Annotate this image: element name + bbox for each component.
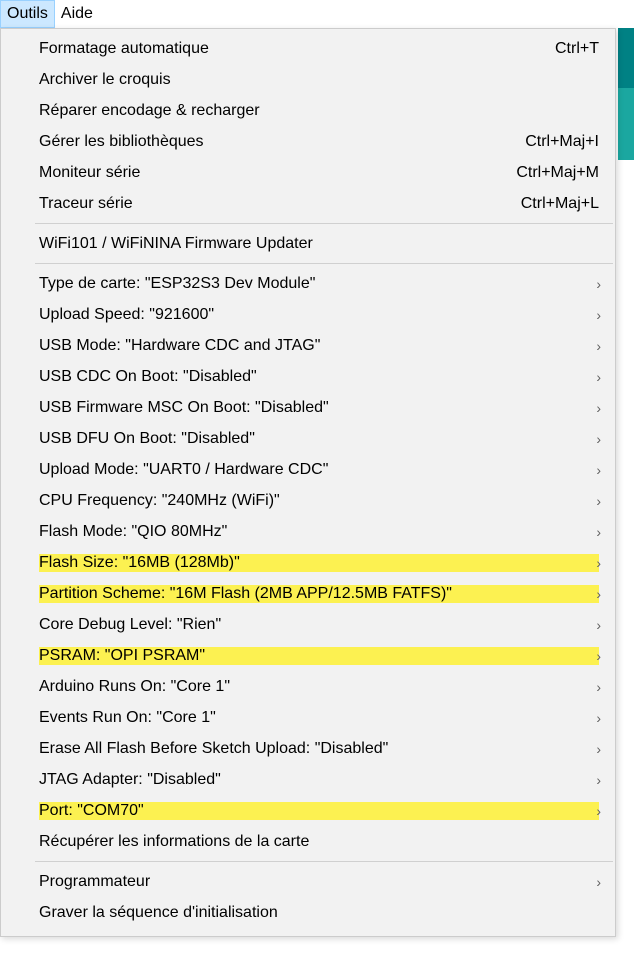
menu-usbmode-label: USB Mode: "Hardware CDC and JTAG" (39, 337, 599, 355)
chevron-right-icon: › (596, 648, 601, 664)
menu-usbmsc-label: USB Firmware MSC On Boot: "Disabled" (39, 399, 599, 417)
chevron-right-icon: › (596, 772, 601, 788)
chevron-right-icon: › (596, 741, 601, 757)
menu-programmer[interactable]: Programmateur › (1, 866, 615, 897)
menu-programmer-label: Programmateur (39, 873, 599, 891)
menu-fixreload-label: Réparer encodage & recharger (39, 102, 599, 120)
menu-autoformat[interactable]: Formatage automatique Ctrl+T (1, 33, 615, 64)
menubar-help-label: Aide (61, 5, 93, 23)
menu-boardtype[interactable]: Type de carte: "ESP32S3 Dev Module" › (1, 268, 615, 299)
divider-3 (35, 861, 613, 862)
chevron-right-icon: › (596, 462, 601, 478)
menu-partition[interactable]: Partition Scheme: "16M Flash (2MB APP/12… (1, 578, 615, 609)
chevron-right-icon: › (596, 617, 601, 633)
menu-jtag[interactable]: JTAG Adapter: "Disabled" › (1, 764, 615, 795)
menu-archive[interactable]: Archiver le croquis (1, 64, 615, 95)
menu-flashmode-label: Flash Mode: "QIO 80MHz" (39, 523, 599, 541)
menu-usbcdc-label: USB CDC On Boot: "Disabled" (39, 368, 599, 386)
menu-uploadmode-label: Upload Mode: "UART0 / Hardware CDC" (39, 461, 599, 479)
tools-dropdown: Formatage automatique Ctrl+T Archiver le… (0, 28, 616, 937)
menu-port[interactable]: Port: "COM70" › (1, 795, 615, 826)
menu-flashsize-label: Flash Size: "16MB (128Mb)" (39, 554, 599, 572)
menu-fixreload[interactable]: Réparer encodage & recharger (1, 95, 615, 126)
menu-flashsize[interactable]: Flash Size: "16MB (128Mb)" › (1, 547, 615, 578)
menu-boardtype-label: Type de carte: "ESP32S3 Dev Module" (39, 275, 599, 293)
chevron-right-icon: › (596, 307, 601, 323)
menu-serialplot-shortcut: Ctrl+Maj+L (497, 195, 599, 213)
menubar: Outils Aide (0, 0, 634, 28)
chevron-right-icon: › (596, 555, 601, 571)
menu-uploadspeed[interactable]: Upload Speed: "921600" › (1, 299, 615, 330)
menu-wifiupdater-label: WiFi101 / WiFiNINA Firmware Updater (39, 235, 599, 253)
menu-debuglevel[interactable]: Core Debug Level: "Rien" › (1, 609, 615, 640)
menu-eventsrun-label: Events Run On: "Core 1" (39, 709, 599, 727)
menu-partition-label: Partition Scheme: "16M Flash (2MB APP/12… (39, 585, 599, 603)
chevron-right-icon: › (596, 338, 601, 354)
menu-uploadspeed-label: Upload Speed: "921600" (39, 306, 599, 324)
menu-serialplot[interactable]: Traceur série Ctrl+Maj+L (1, 188, 615, 219)
chevron-right-icon: › (596, 710, 601, 726)
menu-jtag-label: JTAG Adapter: "Disabled" (39, 771, 599, 789)
chevron-right-icon: › (596, 679, 601, 695)
chevron-right-icon: › (596, 276, 601, 292)
menu-autoformat-label: Formatage automatique (39, 40, 531, 58)
divider-2 (35, 263, 613, 264)
chevron-right-icon: › (596, 431, 601, 447)
menu-usbdfu-label: USB DFU On Boot: "Disabled" (39, 430, 599, 448)
menu-managelibs-shortcut: Ctrl+Maj+I (501, 133, 599, 151)
menu-serialmon-shortcut: Ctrl+Maj+M (492, 164, 599, 182)
menu-eraseflash-label: Erase All Flash Before Sketch Upload: "D… (39, 740, 599, 758)
menu-cpufreq-label: CPU Frequency: "240MHz (WiFi)" (39, 492, 599, 510)
menu-psram-label: PSRAM: "OPI PSRAM" (39, 647, 599, 665)
menu-getinfo-label: Récupérer les informations de la carte (39, 833, 599, 851)
menu-arduinoruns[interactable]: Arduino Runs On: "Core 1" › (1, 671, 615, 702)
menu-debuglevel-label: Core Debug Level: "Rien" (39, 616, 599, 634)
menu-usbmsc[interactable]: USB Firmware MSC On Boot: "Disabled" › (1, 392, 615, 423)
menu-managelibs-label: Gérer les bibliothèques (39, 133, 501, 151)
menu-usbcdc[interactable]: USB CDC On Boot: "Disabled" › (1, 361, 615, 392)
menu-autoformat-shortcut: Ctrl+T (531, 40, 599, 58)
menu-usbdfu[interactable]: USB DFU On Boot: "Disabled" › (1, 423, 615, 454)
menu-serialmon-label: Moniteur série (39, 164, 492, 182)
menu-wifiupdater[interactable]: WiFi101 / WiFiNINA Firmware Updater (1, 228, 615, 259)
menu-getinfo[interactable]: Récupérer les informations de la carte (1, 826, 615, 857)
chevron-right-icon: › (596, 400, 601, 416)
menu-eventsrun[interactable]: Events Run On: "Core 1" › (1, 702, 615, 733)
menu-flashmode[interactable]: Flash Mode: "QIO 80MHz" › (1, 516, 615, 547)
chevron-right-icon: › (596, 369, 601, 385)
menubar-tools[interactable]: Outils (0, 0, 55, 28)
menu-serialmon[interactable]: Moniteur série Ctrl+Maj+M (1, 157, 615, 188)
chevron-right-icon: › (596, 524, 601, 540)
chevron-right-icon: › (596, 493, 601, 509)
chevron-right-icon: › (596, 586, 601, 602)
toolbar-strip-top (618, 28, 634, 88)
menu-archive-label: Archiver le croquis (39, 71, 599, 89)
menu-burnboot-label: Graver la séquence d'initialisation (39, 904, 599, 922)
divider-1 (35, 223, 613, 224)
menu-arduinoruns-label: Arduino Runs On: "Core 1" (39, 678, 599, 696)
menu-cpufreq[interactable]: CPU Frequency: "240MHz (WiFi)" › (1, 485, 615, 516)
menubar-tools-label: Outils (7, 5, 48, 23)
menubar-help[interactable]: Aide (55, 0, 99, 28)
chevron-right-icon: › (596, 803, 601, 819)
menu-managelibs[interactable]: Gérer les bibliothèques Ctrl+Maj+I (1, 126, 615, 157)
menu-usbmode[interactable]: USB Mode: "Hardware CDC and JTAG" › (1, 330, 615, 361)
menu-burnboot[interactable]: Graver la séquence d'initialisation (1, 897, 615, 928)
toolbar-strip-bottom (618, 88, 634, 160)
menu-uploadmode[interactable]: Upload Mode: "UART0 / Hardware CDC" › (1, 454, 615, 485)
chevron-right-icon: › (596, 874, 601, 890)
menu-port-label: Port: "COM70" (39, 802, 599, 820)
menu-psram[interactable]: PSRAM: "OPI PSRAM" › (1, 640, 615, 671)
menu-serialplot-label: Traceur série (39, 195, 497, 213)
menu-eraseflash[interactable]: Erase All Flash Before Sketch Upload: "D… (1, 733, 615, 764)
